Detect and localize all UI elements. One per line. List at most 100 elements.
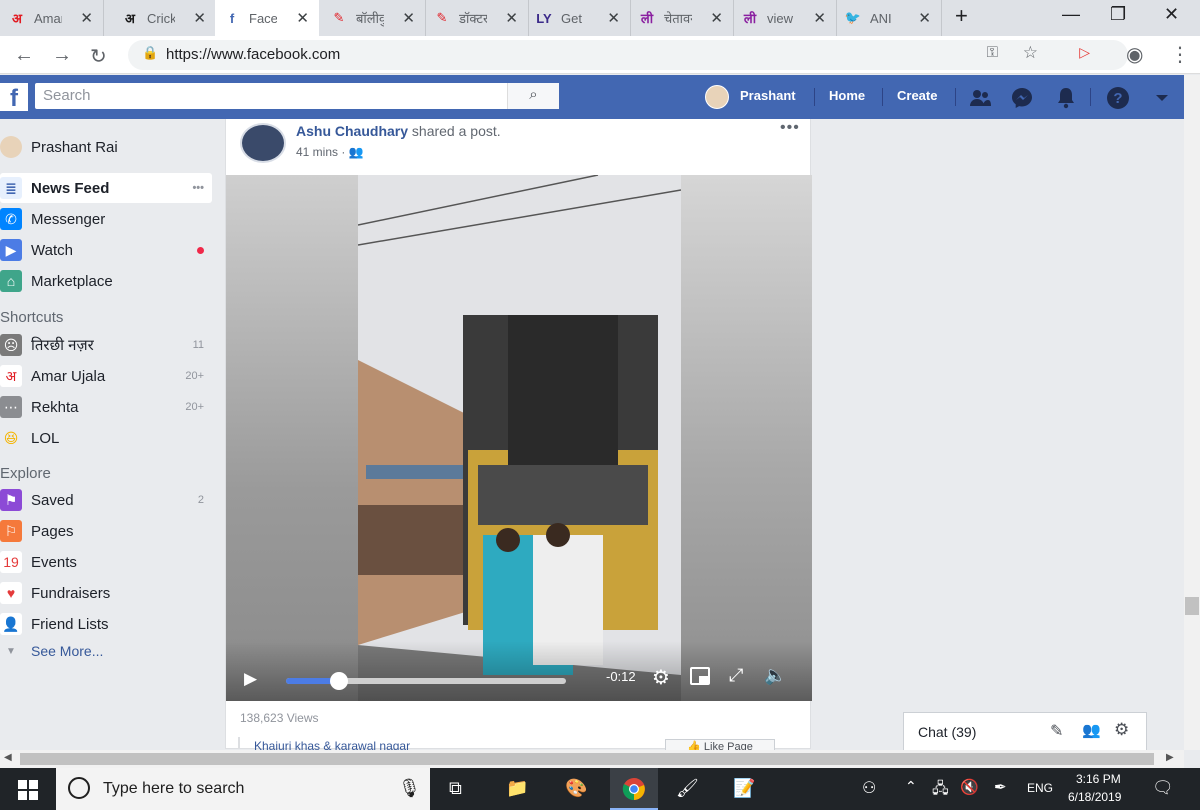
browser-tab[interactable]: अ Amar Ujala ✕	[0, 0, 104, 36]
sidebar-item[interactable]: ≣ News Feed •••	[0, 173, 212, 203]
home-link[interactable]: Home	[829, 88, 865, 103]
tab-close-icon[interactable]: ✕	[918, 9, 931, 27]
notes-app-icon[interactable]: 📝	[733, 778, 755, 799]
sidebar-item-count: 2	[197, 494, 204, 506]
reload-icon[interactable]: ↻	[90, 44, 107, 69]
browser-tab[interactable]: f Facebook ✕	[215, 0, 319, 36]
menu-icon[interactable]: ⋮	[1170, 42, 1190, 67]
fullscreen-icon[interactable]: ⤢	[729, 665, 743, 686]
create-link[interactable]: Create	[897, 88, 937, 103]
scroll-left-icon[interactable]: ◀	[4, 752, 12, 763]
sidebar-item[interactable]: ✆ Messenger	[0, 204, 212, 234]
language-indicator[interactable]: ENG	[1027, 781, 1053, 795]
new-tab-button[interactable]: +	[955, 3, 968, 29]
avatar[interactable]	[705, 85, 729, 109]
messenger-icon[interactable]	[1010, 86, 1034, 110]
sidebar-item[interactable]: ⌂ Marketplace	[0, 266, 212, 296]
settings-gear-icon[interactable]: ⚙	[652, 665, 670, 690]
author-avatar[interactable]	[240, 123, 286, 163]
sidebar-item[interactable]: ⚑ Saved 2	[0, 485, 212, 515]
address-bar[interactable]: 🔒 https://www.facebook.com ⚿ ☆ ▷	[128, 40, 1128, 70]
new-message-icon[interactable]: ✎	[1050, 721, 1063, 741]
browser-tab[interactable]: 🐦 ANI ✕	[836, 0, 942, 36]
browser-tab[interactable]: ली चेतावनी ✕	[630, 0, 734, 36]
taskbar-search-box[interactable]: Type here to search 🎙	[56, 768, 430, 810]
sidebar-profile[interactable]: Prashant Rai	[0, 132, 212, 162]
tab-close-icon[interactable]: ✕	[193, 9, 206, 27]
sidebar-item[interactable]: ♥ Fundraisers	[0, 578, 212, 608]
tab-close-icon[interactable]: ✕	[402, 9, 415, 27]
sidebar-item[interactable]: ⋯ Rekhta 20+	[0, 392, 212, 422]
picture-in-picture-icon[interactable]	[690, 667, 710, 685]
account-icon[interactable]: ◉	[1126, 42, 1143, 67]
video-scrubber-handle[interactable]	[330, 672, 349, 690]
tab-close-icon[interactable]: ✕	[813, 9, 826, 27]
chat-settings-gear-icon[interactable]: ⚙	[1114, 720, 1129, 740]
browser-tab[interactable]: LY Get ✕	[527, 0, 631, 36]
back-icon[interactable]: ←	[14, 44, 34, 67]
network-icon[interactable]: 🖧	[932, 778, 949, 803]
play-icon[interactable]: ▶	[244, 669, 257, 689]
star-icon[interactable]: ☆	[1023, 43, 1038, 63]
scrollbar-thumb[interactable]	[1185, 597, 1199, 615]
post-options-button[interactable]: •••	[780, 119, 800, 137]
account-dropdown-icon[interactable]	[1150, 86, 1174, 110]
chrome-taskbar-button[interactable]	[610, 768, 658, 810]
sidebar-item[interactable]: 😆 LOL	[0, 423, 212, 453]
search-input[interactable]: Search ⌕	[35, 83, 559, 109]
restore-window-icon[interactable]: ❐	[1110, 4, 1126, 25]
close-window-icon[interactable]: ✕	[1164, 4, 1179, 25]
vertical-scrollbar[interactable]	[1184, 75, 1200, 750]
mute-icon[interactable]: 🔈	[764, 665, 786, 686]
task-view-icon[interactable]: ⧉	[449, 778, 462, 799]
browser-tab[interactable]: ✎ बॉलीवुड ✕	[322, 0, 426, 36]
profile-link[interactable]: Prashant	[740, 88, 796, 103]
file-explorer-icon[interactable]: 📁	[506, 778, 528, 799]
facebook-logo-icon[interactable]: f	[0, 83, 28, 112]
action-center-icon[interactable]: 🗨	[1152, 778, 1174, 798]
pen-workspace-icon[interactable]: ✒	[994, 778, 1007, 796]
paint-3d-icon[interactable]: 🖌	[676, 778, 699, 799]
volume-muted-icon[interactable]: 🔇	[960, 778, 979, 796]
search-icon[interactable]: ⌕	[507, 83, 559, 109]
key-icon[interactable]: ⚿	[987, 44, 998, 61]
tab-close-icon[interactable]: ✕	[505, 9, 518, 27]
clock-date[interactable]: 6/18/2019	[1068, 790, 1121, 804]
scrollbar-thumb[interactable]	[20, 753, 1154, 765]
post-author-link[interactable]: Ashu Chaudhary	[296, 123, 408, 139]
create-group-icon[interactable]: 👥	[1082, 721, 1101, 739]
paint-app-icon[interactable]: 🎨	[565, 778, 587, 799]
post-time[interactable]: 41 mins	[296, 145, 338, 159]
help-icon[interactable]: ?	[1106, 86, 1130, 110]
browser-tab[interactable]: ✎ डॉक्टर ✕	[425, 0, 529, 36]
people-icon[interactable]: ⚇	[862, 778, 876, 798]
chat-tab[interactable]: Chat (39) ✎ 👥 ⚙	[903, 712, 1147, 750]
browser-tab[interactable]: ली view ✕	[733, 0, 837, 36]
windows-start-icon[interactable]	[18, 780, 38, 800]
sidebar-item[interactable]: अ Amar Ujala 20+	[0, 361, 212, 391]
sidebar-item[interactable]: 👤 Friend Lists	[0, 609, 212, 639]
tab-close-icon[interactable]: ✕	[80, 9, 93, 27]
video-player[interactable]: ▶ -0:12 ⚙ ⤢ 🔈	[226, 175, 812, 701]
tab-close-icon[interactable]: ✕	[607, 9, 620, 27]
scroll-right-icon[interactable]: ▶	[1166, 752, 1174, 763]
minimize-window-icon[interactable]: —	[1062, 4, 1080, 25]
sidebar-item[interactable]: ⚐ Pages	[0, 516, 212, 546]
sidebar-item[interactable]: ☹ तिरछी नज़र 11	[0, 330, 212, 360]
friend-requests-icon[interactable]	[968, 86, 992, 110]
sidebar-item[interactable]: ▶ Watch	[0, 235, 212, 265]
tab-close-icon[interactable]: ✕	[296, 9, 309, 27]
show-hidden-icons[interactable]: ⌃	[905, 778, 917, 795]
sidebar-item[interactable]: 19 Events	[0, 547, 212, 577]
extension-icon[interactable]: ▷	[1079, 44, 1090, 61]
post-views-count: 138,623 Views	[240, 711, 319, 725]
forward-icon[interactable]: →	[52, 44, 72, 67]
notifications-bell-icon[interactable]	[1054, 86, 1078, 110]
horizontal-scrollbar[interactable]: ◀ ▶	[0, 750, 1184, 768]
browser-tab[interactable]: अ Cricket ✕	[113, 0, 217, 36]
tab-close-icon[interactable]: ✕	[710, 9, 723, 27]
video-progress-track[interactable]	[286, 672, 566, 690]
microphone-icon[interactable]: 🎙	[398, 778, 421, 799]
see-more-link[interactable]: ▼ See More...	[0, 636, 212, 666]
clock-time[interactable]: 3:16 PM	[1076, 772, 1121, 786]
